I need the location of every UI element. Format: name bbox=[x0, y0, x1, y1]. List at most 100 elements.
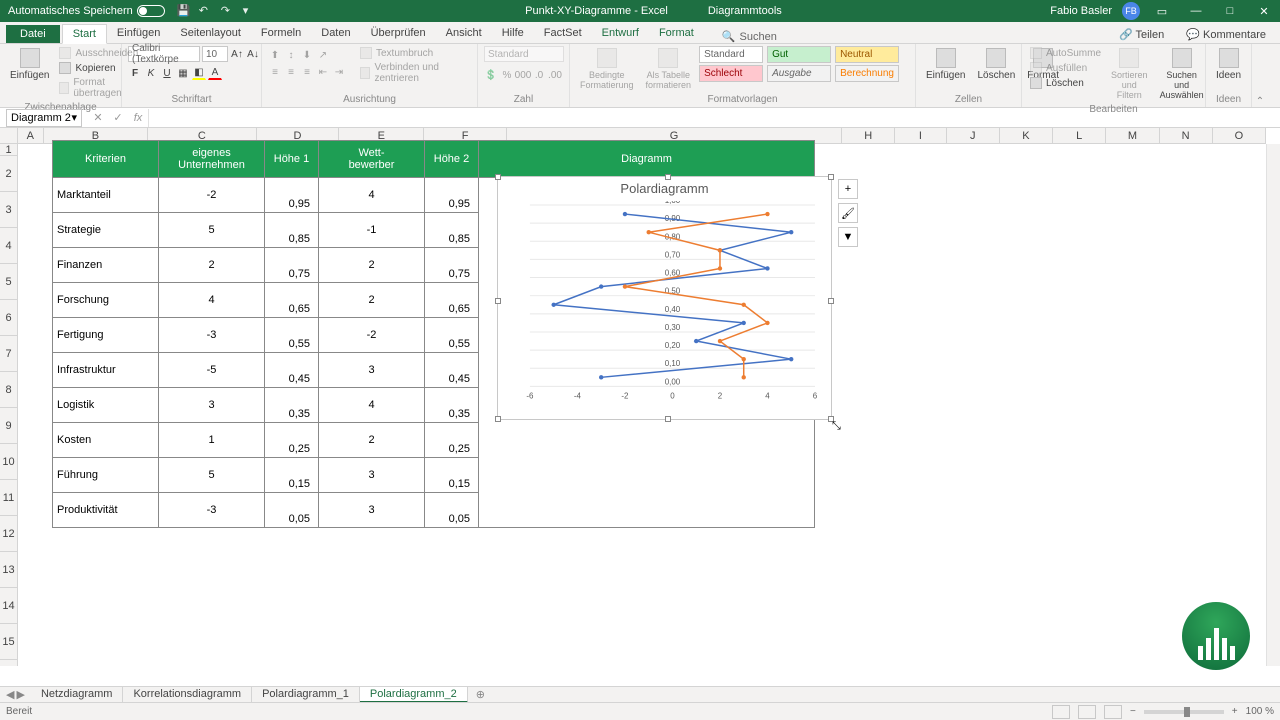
tab-hilfe[interactable]: Hilfe bbox=[492, 24, 534, 43]
cell-wett[interactable]: 2 bbox=[319, 248, 425, 283]
zoom-out-button[interactable]: − bbox=[1130, 706, 1136, 717]
fill-button[interactable]: Ausfüllen bbox=[1028, 61, 1103, 75]
cell-wett[interactable]: 3 bbox=[319, 458, 425, 493]
cell-h2[interactable]: 0,25 bbox=[425, 423, 479, 458]
vertical-scrollbar[interactable] bbox=[1266, 144, 1280, 666]
tab-factset[interactable]: FactSet bbox=[534, 24, 592, 43]
cell-kriterien[interactable]: Infrastruktur bbox=[53, 353, 159, 388]
autosum-button[interactable]: AutoSumme bbox=[1028, 46, 1103, 60]
cell-h2[interactable]: 0,35 bbox=[425, 388, 479, 423]
cut-button[interactable]: Ausschneiden bbox=[57, 46, 140, 60]
cell-h1[interactable]: 0,45 bbox=[265, 353, 319, 388]
cancel-formula-icon[interactable]: ✕ bbox=[90, 110, 106, 126]
redo-icon[interactable]: ↷ bbox=[221, 4, 235, 18]
row-header-12[interactable]: 12 bbox=[0, 516, 17, 552]
ribbon-options-icon[interactable]: ▭ bbox=[1150, 2, 1174, 20]
align-center-icon[interactable]: ≡ bbox=[284, 65, 298, 79]
cell-eigenes[interactable]: 5 bbox=[159, 458, 265, 493]
cell-kriterien[interactable]: Strategie bbox=[53, 213, 159, 248]
zoom-slider[interactable] bbox=[1144, 710, 1224, 714]
cell-h1[interactable]: 0,35 bbox=[265, 388, 319, 423]
comments-button[interactable]: 💬 Kommentare bbox=[1178, 26, 1274, 43]
cell-h2[interactable]: 0,15 bbox=[425, 458, 479, 493]
tab-seitenlayout[interactable]: Seitenlayout bbox=[170, 24, 251, 43]
row-header-6[interactable]: 6 bbox=[0, 300, 17, 336]
chart-object[interactable]: Polardiagramm 0,000,100,200,300,400,500,… bbox=[497, 176, 832, 420]
cell-wett[interactable]: -1 bbox=[319, 213, 425, 248]
cell-wett[interactable]: 3 bbox=[319, 353, 425, 388]
ideas-button[interactable]: Ideen bbox=[1212, 46, 1245, 83]
cell-wett[interactable]: 4 bbox=[319, 178, 425, 213]
view-pagebreak-button[interactable] bbox=[1104, 705, 1122, 719]
merge-center-button[interactable]: Verbinden und zentrieren bbox=[358, 61, 471, 85]
sheet-nav-prev-icon[interactable]: ◀ bbox=[6, 688, 14, 701]
find-select-button[interactable]: Suchen und Auswählen bbox=[1156, 46, 1208, 102]
resize-handle-icon[interactable]: ⤡ bbox=[832, 420, 841, 433]
worksheet-grid[interactable]: ABCDEFGHIJKLMNO 123456789101112131415 Kr… bbox=[0, 128, 1280, 686]
format-painter-button[interactable]: Format übertragen bbox=[57, 76, 140, 100]
chart-styles-button[interactable]: 🖌 bbox=[838, 203, 858, 223]
tab-file[interactable]: Datei bbox=[6, 25, 60, 43]
indent-dec-icon[interactable]: ⇤ bbox=[316, 65, 330, 79]
number-format-combo[interactable]: Standard bbox=[484, 46, 564, 62]
zoom-in-button[interactable]: + bbox=[1232, 706, 1238, 717]
search-label[interactable]: Suchen bbox=[740, 31, 777, 43]
italic-button[interactable]: K bbox=[144, 66, 158, 80]
row-header-5[interactable]: 5 bbox=[0, 264, 17, 300]
zoom-level[interactable]: 100 % bbox=[1246, 706, 1274, 717]
delete-cells-button[interactable]: Löschen bbox=[973, 46, 1019, 83]
row-header-10[interactable]: 10 bbox=[0, 444, 17, 480]
cell-wett[interactable]: -2 bbox=[319, 318, 425, 353]
cell-kriterien[interactable]: Logistik bbox=[53, 388, 159, 423]
cell-eigenes[interactable]: 2 bbox=[159, 248, 265, 283]
tab-ansicht[interactable]: Ansicht bbox=[436, 24, 492, 43]
sheet-tab[interactable]: Polardiagramm_1 bbox=[252, 687, 360, 703]
currency-icon[interactable]: 💲 bbox=[484, 68, 498, 82]
grow-font-icon[interactable]: A↑ bbox=[230, 47, 244, 61]
enter-formula-icon[interactable]: ✓ bbox=[110, 110, 126, 126]
cell-eigenes[interactable]: -2 bbox=[159, 178, 265, 213]
cell-h1[interactable]: 0,65 bbox=[265, 283, 319, 318]
underline-button[interactable]: U bbox=[160, 66, 174, 80]
cell-eigenes[interactable]: 3 bbox=[159, 388, 265, 423]
chart-title[interactable]: Polardiagramm bbox=[498, 177, 831, 200]
cell-h2[interactable]: 0,05 bbox=[425, 493, 479, 528]
row-header-1[interactable]: 1 bbox=[0, 144, 17, 156]
cell-h1[interactable]: 0,55 bbox=[265, 318, 319, 353]
orientation-icon[interactable]: ↗ bbox=[316, 48, 330, 62]
cell-wett[interactable]: 2 bbox=[319, 283, 425, 318]
clear-button[interactable]: Löschen bbox=[1028, 76, 1103, 90]
cell-kriterien[interactable]: Produktivität bbox=[53, 493, 159, 528]
dec-inc-icon[interactable]: .0 bbox=[532, 68, 546, 82]
align-top-icon[interactable]: ⬆ bbox=[268, 48, 282, 62]
select-all-corner[interactable] bbox=[0, 128, 18, 144]
tab-format[interactable]: Format bbox=[649, 24, 704, 43]
maximize-button[interactable]: □ bbox=[1218, 2, 1242, 20]
cell-h2[interactable]: 0,95 bbox=[425, 178, 479, 213]
font-color-button[interactable]: A bbox=[208, 66, 222, 80]
col-header-L[interactable]: L bbox=[1053, 128, 1106, 143]
align-left-icon[interactable]: ≡ bbox=[268, 65, 282, 79]
sort-filter-button[interactable]: Sortieren und Filtern bbox=[1107, 46, 1152, 102]
row-header-11[interactable]: 11 bbox=[0, 480, 17, 516]
dec-dec-icon[interactable]: .00 bbox=[548, 68, 562, 82]
row-header-4[interactable]: 4 bbox=[0, 228, 17, 264]
col-header-A[interactable]: A bbox=[18, 128, 44, 143]
cell-h2[interactable]: 0,55 bbox=[425, 318, 479, 353]
indent-inc-icon[interactable]: ⇥ bbox=[332, 65, 346, 79]
fx-icon[interactable]: fx bbox=[130, 110, 146, 126]
col-header-K[interactable]: K bbox=[1000, 128, 1053, 143]
row-header-13[interactable]: 13 bbox=[0, 552, 17, 588]
align-right-icon[interactable]: ≡ bbox=[300, 65, 314, 79]
style-berechnung[interactable]: Berechnung bbox=[835, 65, 899, 82]
col-header-N[interactable]: N bbox=[1160, 128, 1213, 143]
cell-wett[interactable]: 4 bbox=[319, 388, 425, 423]
cell-h1[interactable]: 0,05 bbox=[265, 493, 319, 528]
cell-h2[interactable]: 0,45 bbox=[425, 353, 479, 388]
col-header-H[interactable]: H bbox=[842, 128, 895, 143]
align-bottom-icon[interactable]: ⬇ bbox=[300, 48, 314, 62]
row-header-9[interactable]: 9 bbox=[0, 408, 17, 444]
sheet-tab[interactable]: Netzdiagramm bbox=[31, 687, 124, 703]
cell-kriterien[interactable]: Finanzen bbox=[53, 248, 159, 283]
border-button[interactable]: ▦ bbox=[176, 66, 190, 80]
